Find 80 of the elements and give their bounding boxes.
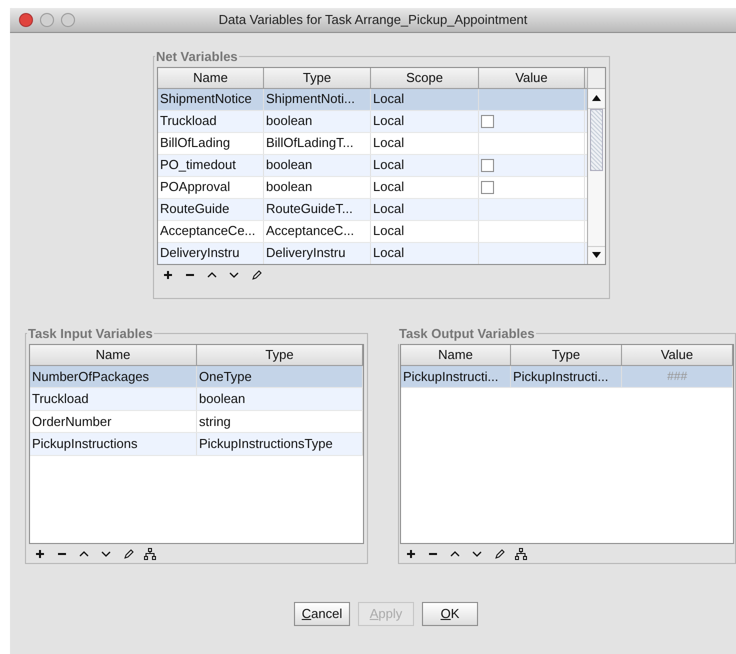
table-cell: Local	[371, 154, 479, 176]
table-cell: Truckload	[30, 388, 197, 410]
table-cell: Local	[371, 88, 479, 110]
table-cell: PickupInstructi...	[511, 366, 622, 388]
table-cell: Local	[371, 242, 479, 264]
pencil-icon[interactable]	[122, 548, 134, 560]
table-row[interactable]: OrderNumber string	[30, 410, 363, 434]
table-row[interactable]: POApproval boolean Local	[158, 176, 587, 198]
table-cell: NumberOfPackages	[30, 366, 197, 388]
checkbox[interactable]	[481, 180, 494, 194]
group-title: Task Output Variables	[398, 325, 536, 343]
hierarchy-icon[interactable]	[144, 548, 156, 560]
table-row[interactable]: BillOfLading BillOfLadingT... Local	[158, 132, 587, 154]
table-row[interactable]: DeliveryInstru DeliveryInstru Local	[158, 242, 587, 264]
table-cell: POApproval	[158, 176, 264, 198]
table-cell: PickupInstructions	[30, 433, 197, 455]
scroll-down-icon[interactable]	[592, 252, 601, 258]
table-cell: OneType	[197, 366, 363, 388]
column-header[interactable]: Type	[197, 344, 363, 364]
table-cell: Local	[371, 220, 479, 242]
pencil-icon[interactable]	[250, 268, 262, 280]
table-cell: boolean	[197, 388, 363, 410]
column-header[interactable]: Value	[622, 344, 733, 364]
scroll-up-icon[interactable]	[592, 95, 601, 101]
add-icon[interactable]	[34, 548, 46, 560]
table-cell: Truckload	[158, 110, 264, 132]
table-cell: boolean	[264, 110, 371, 132]
group-title: Task Input Variables	[27, 325, 154, 343]
table-cell: boolean	[264, 154, 371, 176]
dialog-button[interactable]: Cancel	[294, 602, 350, 626]
group-title: Net Variables	[155, 48, 239, 66]
checkbox[interactable]	[481, 158, 494, 172]
table-cell: PickupInstructionsType	[197, 433, 363, 455]
table-row[interactable]: Truckload boolean Local	[158, 110, 587, 132]
table-row[interactable]: AcceptanceCe... AcceptanceC... Local	[158, 220, 587, 242]
table-cell: PO_timedout	[158, 154, 264, 176]
table-row[interactable]: ShipmentNotice ShipmentNoti... Local	[158, 88, 587, 110]
table-row[interactable]: PickupInstructi... PickupInstructi... ###	[401, 366, 733, 388]
column-header[interactable]: Name	[401, 344, 511, 364]
table-cell: Local	[371, 132, 479, 154]
table-cell: OrderNumber	[30, 410, 197, 432]
scrollbar-thumb[interactable]	[590, 108, 603, 170]
table-cell: BillOfLading	[158, 132, 264, 154]
table-cell: AcceptanceCe...	[158, 220, 264, 242]
dialog-button[interactable]: OK	[422, 602, 478, 626]
column-header[interactable]: Name	[158, 68, 264, 88]
column-header[interactable]: Value	[479, 68, 585, 88]
column-header[interactable]: Scope	[371, 68, 479, 88]
table-cell: DeliveryInstru	[264, 242, 371, 264]
add-icon[interactable]	[405, 548, 417, 560]
table-row[interactable]: Truckload boolean	[30, 388, 363, 411]
checkbox[interactable]	[481, 114, 494, 128]
table-cell: Local	[371, 176, 479, 198]
table-row[interactable]: RouteGuide RouteGuideT... Local	[158, 198, 587, 220]
window-title: Data Variables for Task Arrange_Pickup_Appointment	[218, 11, 528, 30]
table-row[interactable]: PO_timedout boolean Local	[158, 154, 587, 176]
table-cell: RouteGuide	[158, 198, 264, 220]
table-cell: ShipmentNoti...	[264, 88, 371, 110]
table-cell: AcceptanceC...	[264, 220, 371, 242]
table-cell: RouteGuideT...	[264, 198, 371, 220]
table-cell: string	[197, 410, 363, 432]
table-cell: Local	[371, 198, 479, 220]
pencil-icon[interactable]	[493, 548, 505, 560]
table-cell: BillOfLadingT...	[264, 132, 371, 154]
table-row[interactable]: PickupInstructions PickupInstructionsType	[30, 433, 363, 456]
table-cell: DeliveryInstru	[158, 242, 264, 264]
scrollbar[interactable]	[587, 68, 605, 264]
add-icon[interactable]	[162, 268, 174, 280]
table-row[interactable]: NumberOfPackages OneType	[30, 366, 363, 388]
cell-value: ###	[666, 368, 688, 386]
table-cell: ShipmentNotice	[158, 88, 264, 110]
column-header[interactable]: Name	[30, 344, 197, 364]
hierarchy-icon[interactable]	[515, 548, 527, 560]
header-corner	[588, 68, 605, 88]
table-cell: PickupInstructi...	[401, 366, 511, 388]
table-cell: boolean	[264, 176, 371, 198]
table-cell: Local	[371, 110, 479, 132]
column-header[interactable]: Type	[264, 68, 371, 88]
close-button[interactable]	[19, 13, 33, 27]
column-header[interactable]: Type	[511, 344, 622, 364]
